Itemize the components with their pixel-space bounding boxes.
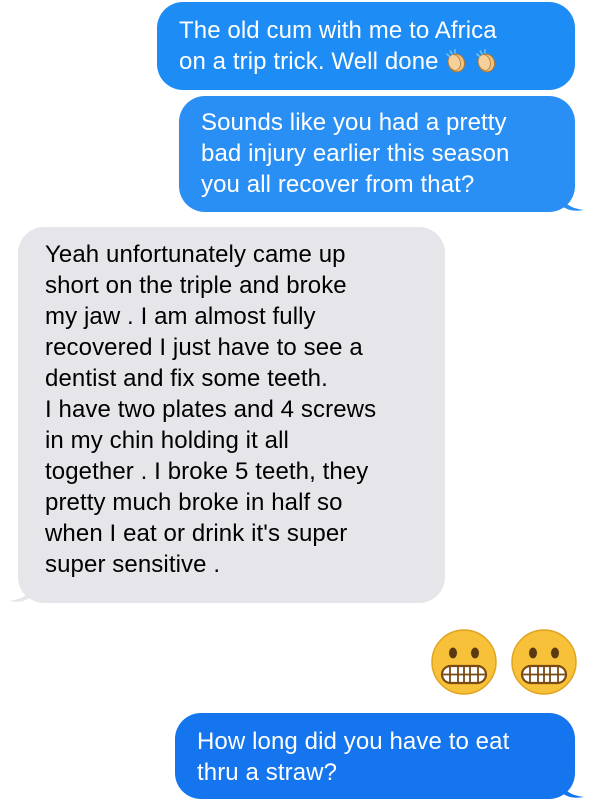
- bubble-tail: [558, 188, 584, 211]
- message-thread: The old cum with me to Africa on a trip …: [0, 0, 600, 808]
- sent-message-bubble[interactable]: The old cum with me to Africa on a trip …: [157, 2, 575, 90]
- message-text: Yeah unfortunately came up short on the …: [45, 241, 377, 578]
- clapping-hands-icon: [439, 48, 469, 75]
- message-text: How long did you have to eat thru a stra…: [197, 728, 510, 786]
- message-text: Sounds like you had a pretty bad injury …: [201, 109, 510, 198]
- bubble-tail: [9, 579, 35, 602]
- grimacing-face-icon: [511, 629, 577, 695]
- emoji-message[interactable]: [430, 628, 578, 696]
- sent-message-bubble[interactable]: Sounds like you had a pretty bad injury …: [179, 96, 584, 212]
- sent-message-bubble[interactable]: How long did you have to eat thru a stra…: [175, 713, 584, 799]
- received-message-bubble[interactable]: Yeah unfortunately came up short on the …: [9, 227, 445, 603]
- bubble-tail: [558, 775, 584, 798]
- clapping-hands-icon: [469, 48, 499, 75]
- grimacing-face-icon: [431, 629, 497, 695]
